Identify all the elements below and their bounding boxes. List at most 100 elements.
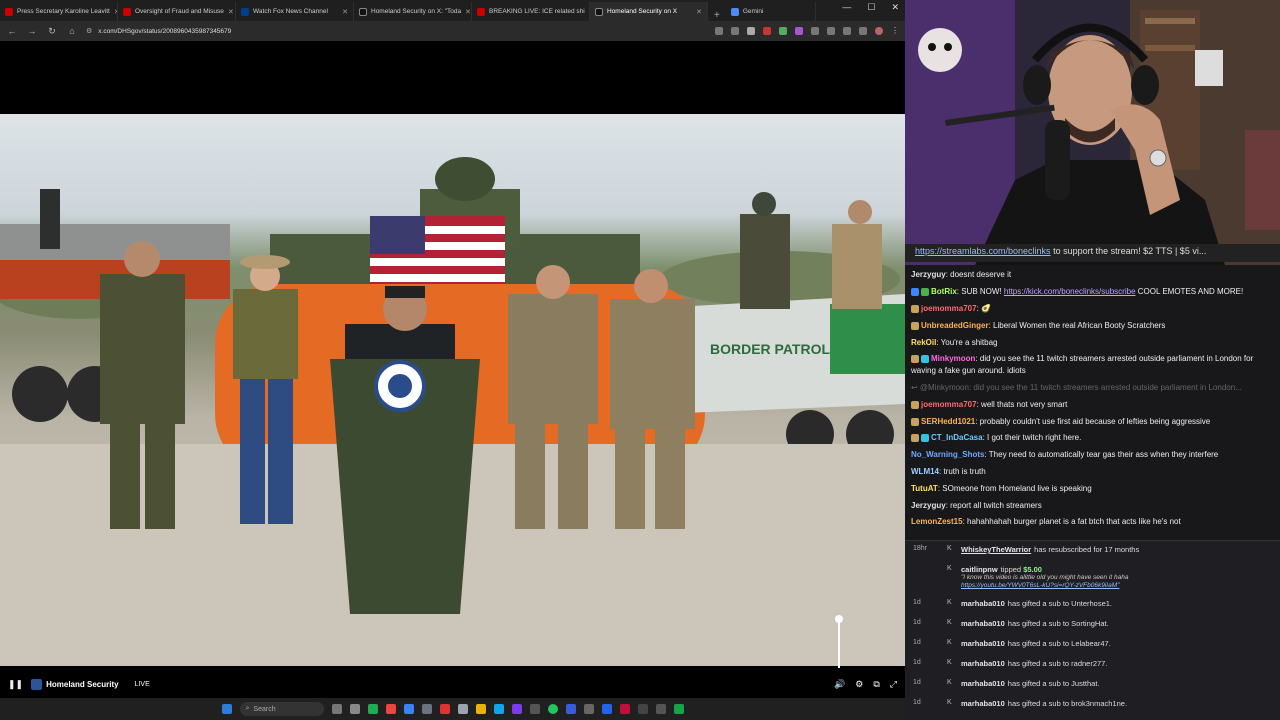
app-icon[interactable] <box>511 704 522 714</box>
chat-username[interactable]: joemomma707 <box>921 304 977 313</box>
chat-username[interactable]: UnbreadedGinger <box>921 321 989 330</box>
site-info-icon[interactable]: ⚙ <box>86 27 92 35</box>
chat-link[interactable]: https://kick.com/boneclinks/subscribe <box>1004 287 1136 296</box>
chat-panel: Jerzyguy: doesnt deserve it BotRix: SUB N… <box>905 265 1280 540</box>
app-icon[interactable] <box>367 704 378 714</box>
chat-username[interactable]: CT_InDaCasa <box>931 433 983 442</box>
chat-text: I got their twitch right here. <box>987 433 1082 443</box>
extension-icon[interactable] <box>779 27 787 35</box>
chat-text: doesnt deserve it <box>950 270 1012 280</box>
chat-username[interactable]: RekOil <box>911 338 936 347</box>
tip-quote-link[interactable]: https://youtu.be/YWV0T6sL-kU?si=rQY-zVFb… <box>961 582 1119 589</box>
chat-username[interactable]: joemomma707 <box>921 400 977 409</box>
profile-avatar[interactable] <box>875 27 883 35</box>
tab-0[interactable]: Press Secretary Karoline Leavitt✕ <box>0 2 118 21</box>
sidepanel-icon[interactable] <box>843 27 851 35</box>
app-icon[interactable] <box>421 704 432 714</box>
close-tab-icon[interactable]: ✕ <box>465 8 471 16</box>
cast-icon[interactable] <box>715 27 723 35</box>
app-icon[interactable] <box>565 704 576 714</box>
event-username[interactable]: marhaba010 <box>961 639 1005 648</box>
taskbar-search[interactable]: ⌕ Search <box>239 702 324 716</box>
tab-2[interactable]: Watch Fox News Channel ✕ <box>236 2 354 21</box>
reload-icon[interactable]: ↻ <box>46 26 58 37</box>
channel-info[interactable]: Homeland Security <box>31 678 119 690</box>
spotify-icon[interactable] <box>547 704 558 714</box>
url-field[interactable]: ⚙ x.com/DHSgov/status/200896043598734567… <box>86 27 707 36</box>
event-username[interactable]: marhaba010 <box>961 659 1005 668</box>
extension-icon[interactable] <box>811 27 819 35</box>
close-tab-icon[interactable]: ✕ <box>696 8 702 16</box>
close-tab-icon[interactable]: ✕ <box>228 8 234 16</box>
tab-1[interactable]: Oversight of Fraud and Misuse ✕ <box>118 2 236 21</box>
tab-4[interactable]: BREAKING LIVE: ICE related shi✕ <box>472 2 590 21</box>
app-icon[interactable] <box>619 704 630 714</box>
minimize-button[interactable]: — <box>842 2 851 13</box>
volume-icon[interactable]: 🔊 <box>834 679 845 690</box>
event-username[interactable]: marhaba010 <box>961 679 1005 688</box>
start-icon[interactable] <box>221 704 232 714</box>
chat-username[interactable]: SERHedd1021 <box>921 417 975 426</box>
chat-username[interactable]: No_Warning_Shots <box>911 450 984 459</box>
tab-3[interactable]: Homeland Security on X: "Toda ✕ <box>354 2 472 21</box>
fox-favicon-icon <box>241 7 249 16</box>
more-menu-icon[interactable]: ⋮ <box>891 27 899 35</box>
event-username[interactable]: marhaba010 <box>961 599 1005 608</box>
chat-username[interactable]: Jerzyguy <box>911 501 946 510</box>
event-username[interactable]: caitlinpnw <box>961 565 998 574</box>
app-icon[interactable] <box>457 704 468 714</box>
tip-amount: $5.00 <box>1021 565 1042 574</box>
settings-gear-icon[interactable]: ⚙ <box>855 679 863 690</box>
app-icon[interactable] <box>655 704 666 714</box>
tab-6[interactable]: Gemini <box>726 2 816 21</box>
chat-badge-icon <box>911 288 919 297</box>
bookmark-star-icon[interactable] <box>731 27 739 35</box>
chat-username[interactable]: BotRix <box>931 287 957 296</box>
event-username[interactable]: marhaba010 <box>961 699 1005 708</box>
chat-message: ↩ @Minkymoon: did you see the 11 twitch … <box>911 380 1274 397</box>
app-icon[interactable] <box>601 704 612 714</box>
chat-username[interactable]: LemonZest15 <box>911 517 963 526</box>
extension-icon[interactable] <box>763 27 771 35</box>
puzzle-icon[interactable] <box>827 27 835 35</box>
extension-icon[interactable] <box>795 27 803 35</box>
extension-icon[interactable] <box>859 27 867 35</box>
app-icon[interactable] <box>385 704 396 714</box>
chat-badge-icon <box>911 434 919 443</box>
new-tab-button[interactable]: + <box>708 10 726 21</box>
event-username[interactable]: marhaba010 <box>961 619 1005 628</box>
chat-username[interactable]: Minkymoon <box>931 354 975 363</box>
x-favicon-icon <box>595 7 603 16</box>
extension-icon[interactable] <box>747 27 755 35</box>
close-tab-icon[interactable]: ✕ <box>342 8 348 16</box>
app-icon[interactable] <box>349 704 360 714</box>
video-player[interactable]: BORDER PATROL ❚❚ Homeland Security LIVE … <box>0 41 905 698</box>
back-icon[interactable]: ← <box>6 26 18 36</box>
chat-message: joemomma707: well thats not very smart <box>911 396 1274 413</box>
event-username[interactable]: WhiskeyTheWarrior <box>961 545 1031 554</box>
close-button[interactable]: ✕ <box>891 2 899 13</box>
folder-icon[interactable] <box>475 704 486 714</box>
fullscreen-icon[interactable]: ⤢ <box>890 679 897 690</box>
app-icon[interactable] <box>637 704 648 714</box>
app-icon[interactable] <box>493 704 504 714</box>
chat-username[interactable]: TutuAT <box>911 484 938 493</box>
pause-icon[interactable]: ❚❚ <box>8 679 23 690</box>
chat-username[interactable]: Jerzyguy <box>911 270 946 279</box>
app-icon[interactable] <box>673 704 684 714</box>
pip-icon[interactable]: ⧉ <box>873 679 879 690</box>
maximize-button[interactable]: ☐ <box>867 2 875 13</box>
app-icon[interactable] <box>439 704 450 714</box>
events-feed: 18hr K WhiskeyTheWarrior has resubscribed f… <box>905 540 1280 720</box>
tab-5[interactable]: Homeland Security on X ✕ <box>590 2 708 21</box>
event-row: 1d Kmarhaba010 has gifted a sub to radner2… <box>905 655 1280 675</box>
chat-username[interactable]: WLM14 <box>911 467 939 476</box>
app-icon[interactable] <box>583 704 594 714</box>
home-icon[interactable]: ⌂ <box>66 26 78 36</box>
forward-icon[interactable]: → <box>26 26 38 36</box>
streamlabs-link[interactable]: https://streamlabs.com/boneclinks <box>915 246 1051 256</box>
chrome-icon[interactable] <box>403 704 414 714</box>
taskview-icon[interactable] <box>331 704 342 714</box>
app-icon[interactable] <box>529 704 540 714</box>
volume-slider[interactable] <box>835 615 843 668</box>
